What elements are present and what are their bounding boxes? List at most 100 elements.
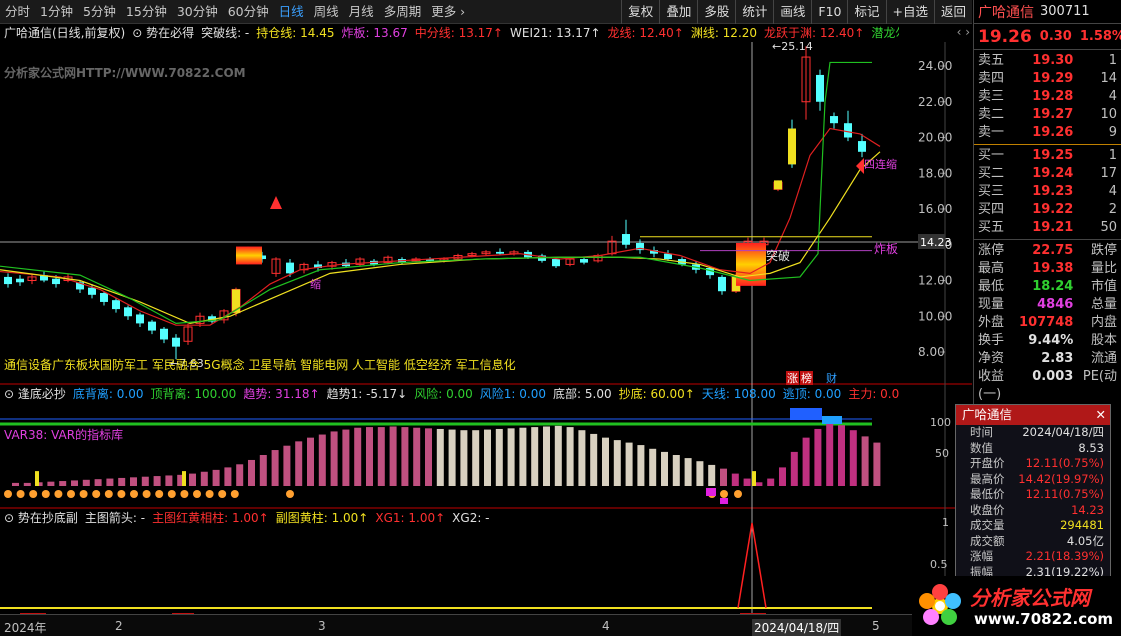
close-icon[interactable]: ✕ — [1096, 405, 1106, 425]
legend-item: 逃顶: 0.00 — [782, 387, 842, 401]
period-tab[interactable]: 多周期 — [379, 0, 427, 24]
histogram-bar — [47, 481, 55, 486]
period-tab[interactable]: 5分钟 — [78, 0, 121, 24]
hand-icon — [117, 490, 126, 498]
toolbar-button[interactable]: F10 — [811, 0, 847, 24]
indicator-dropdown[interactable]: ⊙ 势在必得 — [132, 25, 194, 41]
period-tab[interactable]: 更多 › — [426, 0, 470, 24]
period-tab[interactable]: 15分钟 — [121, 0, 172, 24]
quote-value: 2.83 — [1041, 351, 1074, 366]
yellow-bottom-bar — [35, 471, 39, 486]
histogram-bar — [413, 427, 421, 486]
sub2-indicator-dropdown[interactable]: ⊙ 势在抄底副 — [4, 510, 78, 526]
toolbar-button[interactable]: 画线 — [773, 0, 811, 24]
candle-body — [172, 337, 180, 347]
popup-key: 最低价 — [970, 487, 1005, 501]
quote-row: 净资 2.83 流通 — [974, 350, 1121, 368]
toolbar-button[interactable]: +自选 — [885, 0, 934, 24]
toolbar-button[interactable]: 标记 — [847, 0, 885, 24]
toolbar-button[interactable]: 多股 — [697, 0, 735, 24]
histogram-bar — [672, 455, 680, 486]
popup-value: 294481 — [1060, 518, 1104, 532]
candle-body — [88, 287, 96, 295]
toolbar-button[interactable]: 返回 — [933, 0, 972, 24]
quote-extra: 1 — [1108, 148, 1117, 163]
histogram-bar — [59, 481, 67, 486]
sub2-legend: ⊙ 势在抄底副 主图箭头: - 主图红黄相柱: 1.00↑ 副图黄柱: 1.00↑ X… — [4, 510, 899, 526]
toolbar-button[interactable]: 叠加 — [659, 0, 697, 24]
quote-extra: 跌停 — [1090, 243, 1117, 258]
sub2-axis: 0.5 — [930, 558, 948, 571]
quote-row: 现量 4846 总量 — [974, 296, 1121, 314]
yellow-bottom-bar — [752, 471, 756, 486]
quote-row: 涨停 22.75 跌停 — [974, 242, 1121, 260]
price-axis-label: 22.00 — [918, 95, 952, 109]
quote-value: 19.23 — [1032, 184, 1074, 199]
quote-row: 收益(一) 0.003 PE(动 — [974, 368, 1121, 402]
main-legend: 广哈通信(日线,前复权) ⊙ 势在必得 突破线: - 持仓线: 14.45 炸板: … — [4, 25, 899, 41]
histogram-bar — [519, 427, 527, 486]
period-tab[interactable]: 周线 — [309, 0, 344, 24]
stock-name: 广哈通信 — [978, 4, 1034, 21]
histogram-bar — [554, 425, 562, 486]
candle-body — [100, 293, 108, 302]
date-label-mar: 3 — [318, 619, 326, 633]
popup-key: 开盘价 — [970, 456, 1005, 470]
quote-value: 18.24 — [1032, 279, 1074, 294]
histogram-bar — [484, 429, 491, 486]
toolbar-buttons: 复权 叠加 多股 统计 画线 F10 标记 +自选 返回 — [621, 0, 972, 24]
popup-row: 时间 2024/04/18/四 — [956, 425, 1110, 441]
toolbar-button[interactable]: 复权 — [621, 0, 659, 24]
kline-svg[interactable]: 24.0022.0020.0018.0016.0014.0012.0010.00… — [0, 24, 972, 636]
histogram-bar — [566, 427, 574, 486]
legend-item: 潜龙勿用: - — [871, 26, 899, 40]
quote-label: 涨停 — [978, 243, 1005, 258]
histogram-bar — [543, 426, 550, 486]
price-pct: 1.58% — [1079, 29, 1121, 44]
legend-item: 持仓线: 14.45 — [256, 26, 335, 40]
chart-area[interactable]: 24.0022.0020.0018.0016.0014.0012.0010.00… — [0, 24, 972, 636]
quote-row: 买三 19.23 4 — [974, 183, 1121, 201]
legend-arrows[interactable]: ‹ › — [957, 25, 970, 39]
sub1-indicator-dropdown[interactable]: ⊙ 逢底必抄 — [4, 386, 66, 402]
quote-value: 19.28 — [1032, 89, 1074, 104]
period-tab[interactable]: 60分钟 — [223, 0, 274, 24]
popup-title-bar[interactable]: 广哈通信 ✕ — [956, 405, 1110, 425]
sub2-axis: 1 — [942, 516, 949, 529]
quote-row: 最高 19.38 量比 — [974, 260, 1121, 278]
candle-body — [496, 251, 504, 254]
date-label-may: 5 — [872, 619, 880, 633]
histogram-bar — [189, 473, 196, 486]
period-tab[interactable]: 1分钟 — [35, 0, 78, 24]
toolbar-button[interactable]: 统计 — [735, 0, 773, 24]
main-legend-items: 突破线: - 持仓线: 14.45 炸板: 13.67 中分线: 13.17↑ WEI2… — [201, 25, 899, 41]
hand-icon — [54, 490, 63, 498]
period-tab[interactable]: 30分钟 — [172, 0, 223, 24]
candle-body — [816, 74, 824, 102]
quote-row: 买四 19.22 2 — [974, 201, 1121, 219]
candle-body — [4, 276, 12, 285]
hand-icon — [167, 490, 176, 498]
candle-body — [580, 259, 588, 263]
period-tab[interactable]: 日线 — [274, 0, 309, 24]
sub1-legend-items: 底背离: 0.00 顶背离: 100.00 趋势: 31.18↑ 趋势1: -5.17… — [73, 386, 899, 402]
histogram-bar — [106, 478, 114, 486]
hand-icon — [734, 490, 742, 498]
logo-title: 分析家公式网 — [970, 586, 1090, 610]
legend-item: 炸板: 13.67 — [341, 26, 408, 40]
quote-value: 19.27 — [1032, 107, 1074, 122]
histogram-bar — [248, 459, 255, 486]
quote-extra: 1 — [1108, 53, 1117, 68]
popup-row: 涨幅 2.21(18.39%) — [956, 549, 1110, 565]
quote-row: 卖一 19.26 9 — [974, 124, 1121, 142]
histogram-bar — [861, 436, 869, 486]
hand-icon — [286, 490, 294, 498]
magenta-marker — [720, 498, 728, 504]
period-tab[interactable]: 月线 — [344, 0, 379, 24]
price-axis-label: 18.00 — [918, 166, 952, 180]
histogram-bar — [826, 424, 834, 486]
histogram-bar — [436, 428, 444, 486]
period-tab[interactable]: 分时 — [0, 0, 35, 24]
histogram-bar — [755, 482, 763, 486]
popup-row: 最高价 14.42(19.97%) — [956, 472, 1110, 488]
